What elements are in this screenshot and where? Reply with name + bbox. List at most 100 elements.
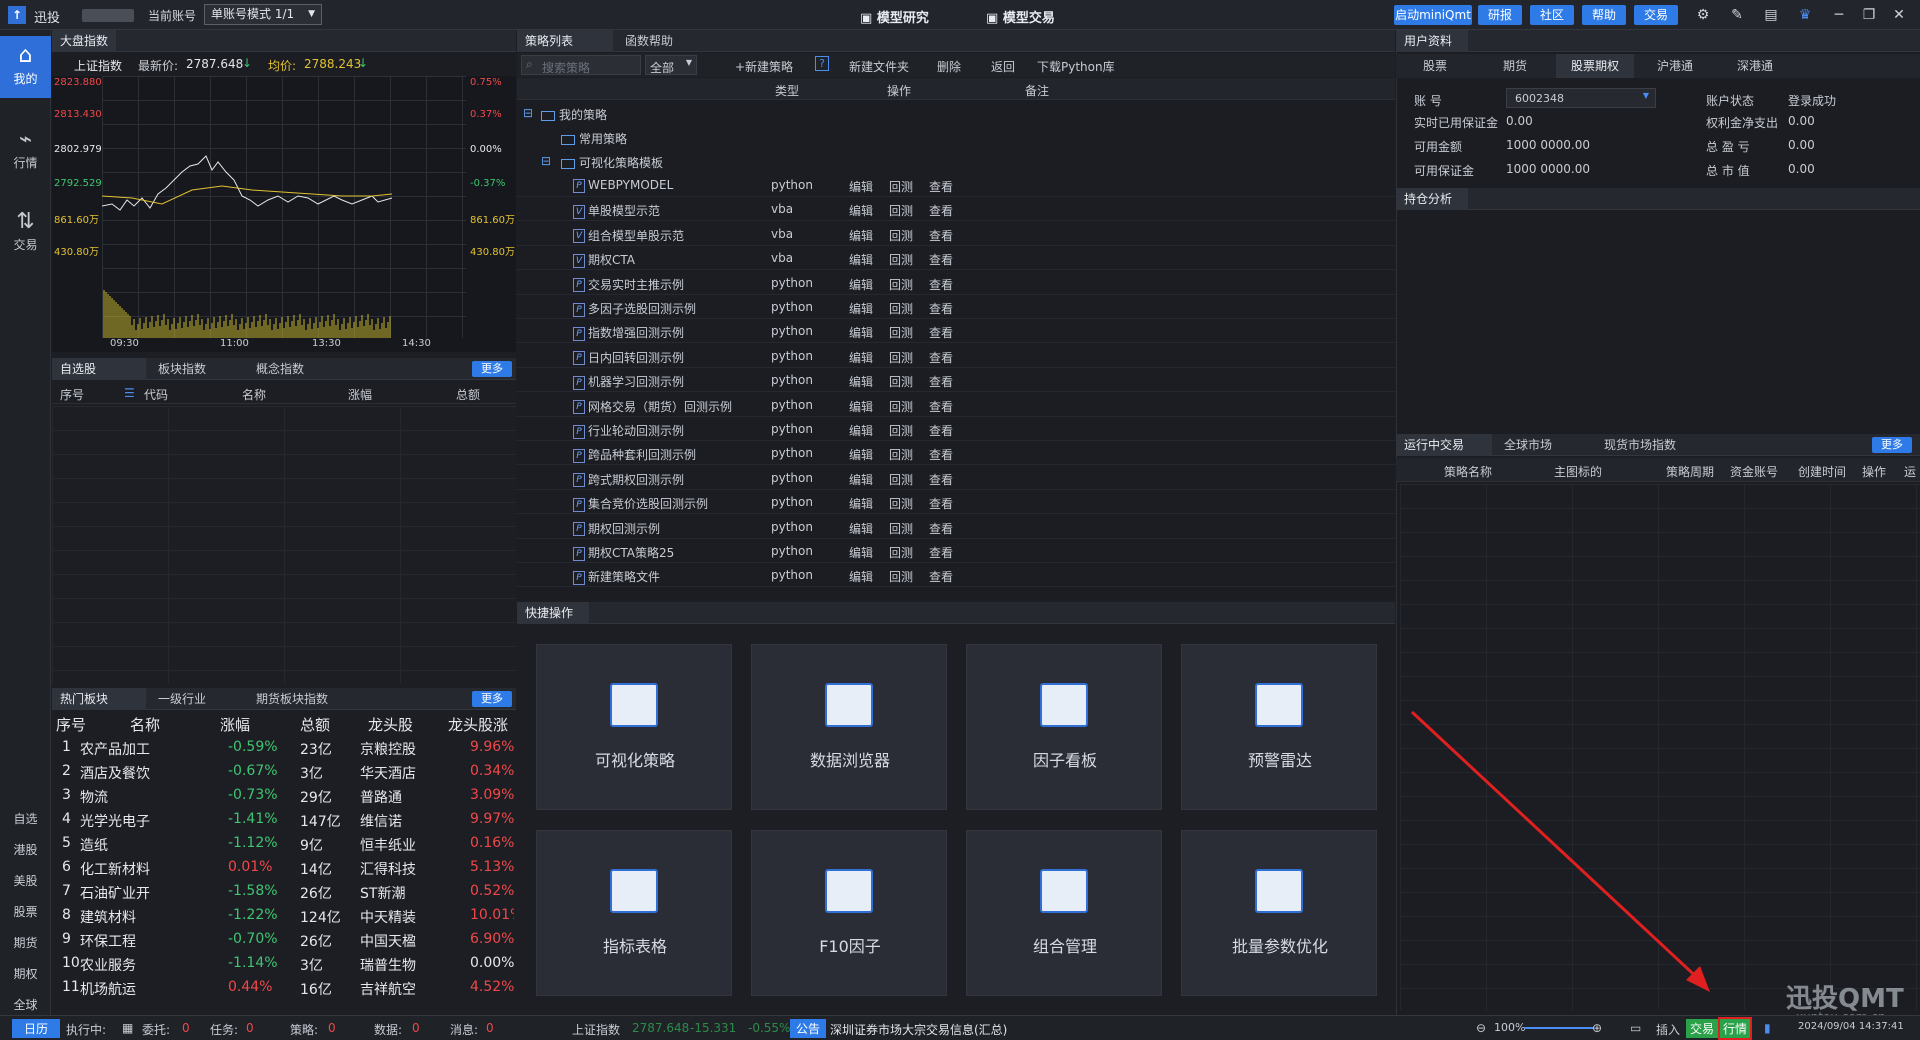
tree-node-visual-templates[interactable]: ⊟ 可视化策略模板 xyxy=(517,149,1395,173)
table-row[interactable]: 9 环保工程 -0.70% 26亿 中国天楹 6.90% xyxy=(52,928,515,952)
indicator-table-card[interactable]: 指标表格 xyxy=(536,830,732,996)
running-more-button[interactable]: 更多 xyxy=(1872,437,1912,453)
col-header[interactable]: 序号 xyxy=(56,714,86,735)
view-link[interactable]: 查看 xyxy=(929,544,953,561)
batch-param-optimization-card[interactable]: 批量参数优化 xyxy=(1181,830,1377,996)
tab-user-1[interactable]: 期货 xyxy=(1476,54,1554,78)
strategy-row[interactable]: P 网格交易（期货）回测示例 python 编辑 回测 查看 xyxy=(517,393,1395,417)
strategy-row[interactable]: P 指数增强回测示例 python 编辑 回测 查看 xyxy=(517,319,1395,344)
view-link[interactable]: 查看 xyxy=(929,202,953,219)
backtest-link[interactable]: 回测 xyxy=(889,373,913,390)
community-button[interactable]: 社区 xyxy=(1530,5,1574,25)
strategy-row[interactable]: V 单股模型示范 vba 编辑 回测 查看 xyxy=(517,197,1395,222)
table-row[interactable]: 1 农产品加工 -0.59% 23亿 京粮控股 9.96% xyxy=(52,736,515,760)
minimize-icon[interactable]: ─ xyxy=(1830,6,1848,24)
view-link[interactable]: 查看 xyxy=(929,373,953,390)
col-header[interactable]: 策略名称 xyxy=(1444,463,1492,480)
sidebar-item-options[interactable]: 期权 xyxy=(0,965,51,982)
tab-strategy-list[interactable]: 策略列表 xyxy=(517,30,613,52)
edit-link[interactable]: 编辑 xyxy=(849,227,873,244)
sort-icon[interactable]: ☰ xyxy=(124,386,135,400)
backtest-link[interactable]: 回测 xyxy=(889,178,913,195)
edit-link[interactable]: 编辑 xyxy=(849,324,873,341)
gear-icon[interactable]: ⚙ xyxy=(1694,6,1712,24)
edit-link[interactable]: 编辑 xyxy=(849,300,873,317)
trade-status-button[interactable]: 交易 xyxy=(1686,1019,1719,1038)
view-link[interactable]: 查看 xyxy=(929,324,953,341)
edit-link[interactable]: 编辑 xyxy=(849,446,873,463)
view-link[interactable]: 查看 xyxy=(929,276,953,293)
backtest-link[interactable]: 回测 xyxy=(889,446,913,463)
zoom-slider[interactable] xyxy=(1524,1027,1594,1029)
collapse-icon[interactable]: ⊟ xyxy=(523,106,533,120)
delete-button[interactable]: 删除 xyxy=(937,58,961,75)
strategy-row[interactable]: P 交易实时主推示例 python 编辑 回测 查看 xyxy=(517,271,1395,295)
back-button[interactable]: 返回 xyxy=(991,58,1015,75)
tab-user-2[interactable]: 股票期权 xyxy=(1556,54,1634,78)
backtest-link[interactable]: 回测 xyxy=(889,276,913,293)
collapse-icon[interactable]: ⊟ xyxy=(541,154,551,168)
entrust-label[interactable]: 委托: xyxy=(142,1021,170,1038)
col-header[interactable]: 代码 xyxy=(144,386,168,403)
folder-icon[interactable]: ▭ xyxy=(1630,1021,1641,1035)
col-header[interactable]: 名称 xyxy=(242,386,266,403)
backtest-link[interactable]: 回测 xyxy=(889,471,913,488)
factor-board-card[interactable]: 因子看板 xyxy=(966,644,1162,810)
col-header[interactable]: 龙头股涨 xyxy=(448,714,514,735)
sidebar-item-stock[interactable]: 股票 xyxy=(0,903,51,920)
edit-link[interactable]: 编辑 xyxy=(849,373,873,390)
tab-concept-index[interactable]: 概念指数 xyxy=(248,358,342,380)
message-label[interactable]: 消息: xyxy=(450,1021,478,1038)
col-header[interactable]: 涨幅 xyxy=(348,386,372,403)
hot-more-button[interactable]: 更多 xyxy=(472,691,512,707)
sidebar-item-global[interactable]: 全球 xyxy=(0,996,51,1013)
tab-watchlist[interactable]: 自选股 xyxy=(52,358,146,380)
table-row[interactable]: 7 石油矿业开 -1.58% 26亿 ST新潮 0.52% xyxy=(52,880,515,904)
trade-button[interactable]: 交易 xyxy=(1634,5,1678,25)
start-miniqmt-button[interactable]: 启动miniQmt xyxy=(1394,5,1472,25)
layout-icon[interactable]: ▤ xyxy=(1762,6,1780,24)
backtest-link[interactable]: 回测 xyxy=(889,568,913,585)
restore-icon[interactable]: ❐ xyxy=(1860,6,1878,24)
zoom-in-icon[interactable]: ⊕ xyxy=(1592,1021,1602,1035)
shirt-icon[interactable]: ♛ xyxy=(1796,6,1814,24)
tab-running-trades[interactable]: 运行中交易 xyxy=(1396,434,1492,456)
tab-model-trade[interactable]: ▣ 模型交易 xyxy=(986,7,1055,26)
zoom-out-icon[interactable]: ⊖ xyxy=(1476,1021,1486,1035)
col-header[interactable]: 龙头股 xyxy=(368,714,413,735)
task-label[interactable]: 任务: xyxy=(210,1021,238,1038)
col-header[interactable]: 资金账号 xyxy=(1730,463,1778,480)
tab-holdings-analysis[interactable]: 持仓分析 xyxy=(1396,188,1468,210)
table-row[interactable]: 4 光学光电子 -1.41% 147亿 维信诺 9.97% xyxy=(52,808,515,832)
edit-link[interactable]: 编辑 xyxy=(849,520,873,537)
sidebar-item-quote[interactable]: ⌁ 行情 xyxy=(0,126,51,182)
strategy-row[interactable]: P 多因子选股回测示例 python 编辑 回测 查看 xyxy=(517,295,1395,319)
sidebar-item-mine[interactable]: ⌂ 我的 xyxy=(0,36,51,98)
insert-button[interactable]: 插入 xyxy=(1656,1021,1680,1038)
col-header[interactable]: 创建时间 xyxy=(1798,463,1846,480)
col-header[interactable]: 主图标的 xyxy=(1554,463,1602,480)
table-row[interactable]: 10 农业服务 -1.14% 3亿 瑞普生物 0.00% xyxy=(52,952,515,976)
calendar-button[interactable]: 日历 xyxy=(12,1019,61,1038)
data-browser-card[interactable]: 数据浏览器 xyxy=(751,644,947,810)
strategy-label[interactable]: 策略: xyxy=(290,1021,318,1038)
table-row[interactable]: 8 建筑材料 -1.22% 124亿 中天精装 10.01% xyxy=(52,904,515,928)
help-button[interactable]: 帮助 xyxy=(1582,5,1626,25)
view-link[interactable]: 查看 xyxy=(929,300,953,317)
strategy-row[interactable]: V 组合模型单股示范 vba 编辑 回测 查看 xyxy=(517,222,1395,246)
alert-radar-card[interactable]: 预警雷达 xyxy=(1181,644,1377,810)
tree-node-my-strategies[interactable]: ⊟ 我的策略 xyxy=(517,101,1395,125)
backtest-link[interactable]: 回测 xyxy=(889,202,913,219)
strategy-row[interactable]: P 跨式期权回测示例 python 编辑 回测 查看 xyxy=(517,466,1395,490)
notice-tag[interactable]: 公告 xyxy=(790,1019,827,1038)
sidebar-item-futures[interactable]: 期货 xyxy=(0,934,51,951)
edit-link[interactable]: 编辑 xyxy=(849,422,873,439)
tab-sector-index[interactable]: 板块指数 xyxy=(150,358,244,380)
tree-node-common[interactable]: 常用策略 xyxy=(517,125,1395,149)
strategy-row[interactable]: P 新建策略文件 python 编辑 回测 查看 xyxy=(517,563,1395,588)
tab-primary-industry[interactable]: 一级行业 xyxy=(150,688,244,710)
help-icon[interactable]: ? xyxy=(815,56,829,71)
col-header[interactable]: 总额 xyxy=(300,714,330,735)
backtest-link[interactable]: 回测 xyxy=(889,495,913,512)
notice-text[interactable]: 深圳证券市场大宗交易信息(汇总) xyxy=(830,1021,1007,1038)
